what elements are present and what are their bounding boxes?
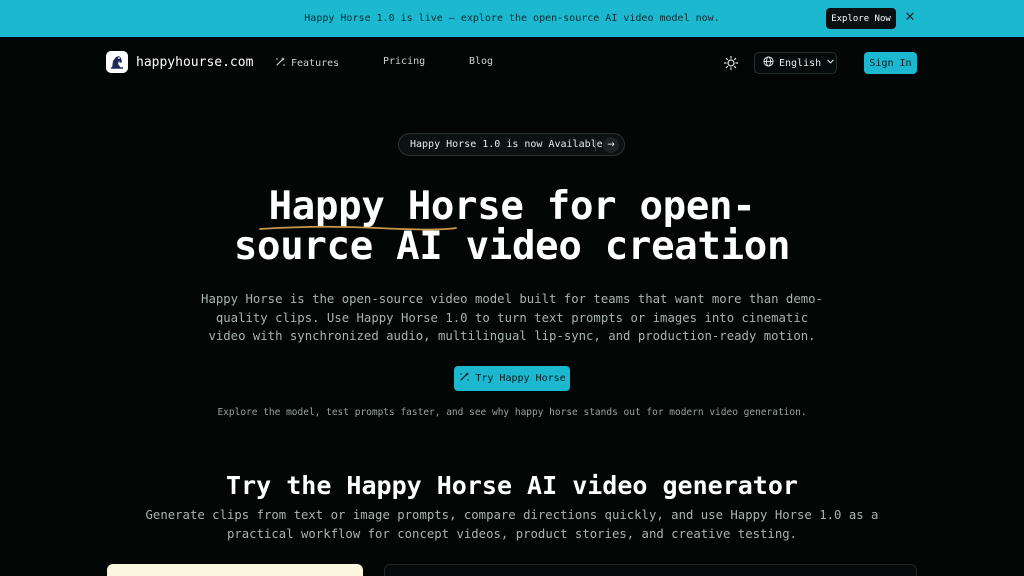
pill-divider bbox=[595, 140, 596, 151]
generator-description: Generate clips from text or image prompt… bbox=[145, 508, 879, 541]
nav-link-pricing[interactable]: Pricing bbox=[383, 56, 425, 67]
logo-text: happyhourse.com bbox=[136, 54, 254, 70]
pill-text: Happy Horse 1.0 is now Available bbox=[410, 139, 603, 150]
sparkles-icon bbox=[274, 56, 286, 71]
nav-link-label: Features bbox=[291, 58, 340, 69]
generator-input-card bbox=[107, 564, 363, 576]
sign-in-button[interactable]: Sign In bbox=[864, 52, 917, 74]
sun-icon[interactable] bbox=[723, 55, 739, 71]
close-icon[interactable]: ✕ bbox=[903, 10, 917, 26]
hero-title: Happy Horse for open- source AI video cr… bbox=[112, 187, 912, 267]
hero-title-line-1: Happy Horse for open- bbox=[268, 184, 756, 229]
hero-description: Happy Horse is the open-source video mod… bbox=[201, 292, 823, 343]
nav-link-blog[interactable]: Blog bbox=[469, 56, 493, 67]
cta-label: Try Happy Horse bbox=[475, 373, 566, 384]
chevron-down-icon bbox=[826, 57, 835, 69]
banner-text: Happy Horse 1.0 is live — explore the op… bbox=[304, 13, 720, 24]
language-label: English bbox=[779, 57, 822, 69]
nav-link-features[interactable]: Features bbox=[274, 56, 339, 71]
nav-link-label: Blog bbox=[469, 56, 494, 67]
logo[interactable]: happyhourse.com bbox=[106, 51, 253, 73]
horse-logo-icon bbox=[106, 51, 128, 73]
sparkles-icon bbox=[458, 371, 470, 386]
arrow-right-icon: → bbox=[603, 137, 619, 153]
hero-subtext: Explore the model, test prompts faster, … bbox=[217, 407, 807, 418]
language-selector[interactable]: English bbox=[754, 52, 837, 74]
nav-link-label: Pricing bbox=[383, 56, 426, 67]
try-happy-horse-button[interactable]: Try Happy Horse bbox=[454, 366, 570, 391]
explore-now-button[interactable]: Explore Now bbox=[826, 8, 896, 29]
announcement-banner: Happy Horse 1.0 is live — explore the op… bbox=[0, 0, 1024, 37]
generator-preview-card bbox=[384, 564, 917, 576]
announcement-pill[interactable]: Happy Horse 1.0 is now Available → bbox=[398, 133, 625, 156]
generator-title: Try the Happy Horse AI video generator bbox=[226, 471, 798, 500]
title-underline bbox=[259, 225, 457, 231]
globe-icon bbox=[763, 56, 774, 70]
top-nav: happyhourse.com Features Pricing Blog En… bbox=[0, 37, 1024, 89]
